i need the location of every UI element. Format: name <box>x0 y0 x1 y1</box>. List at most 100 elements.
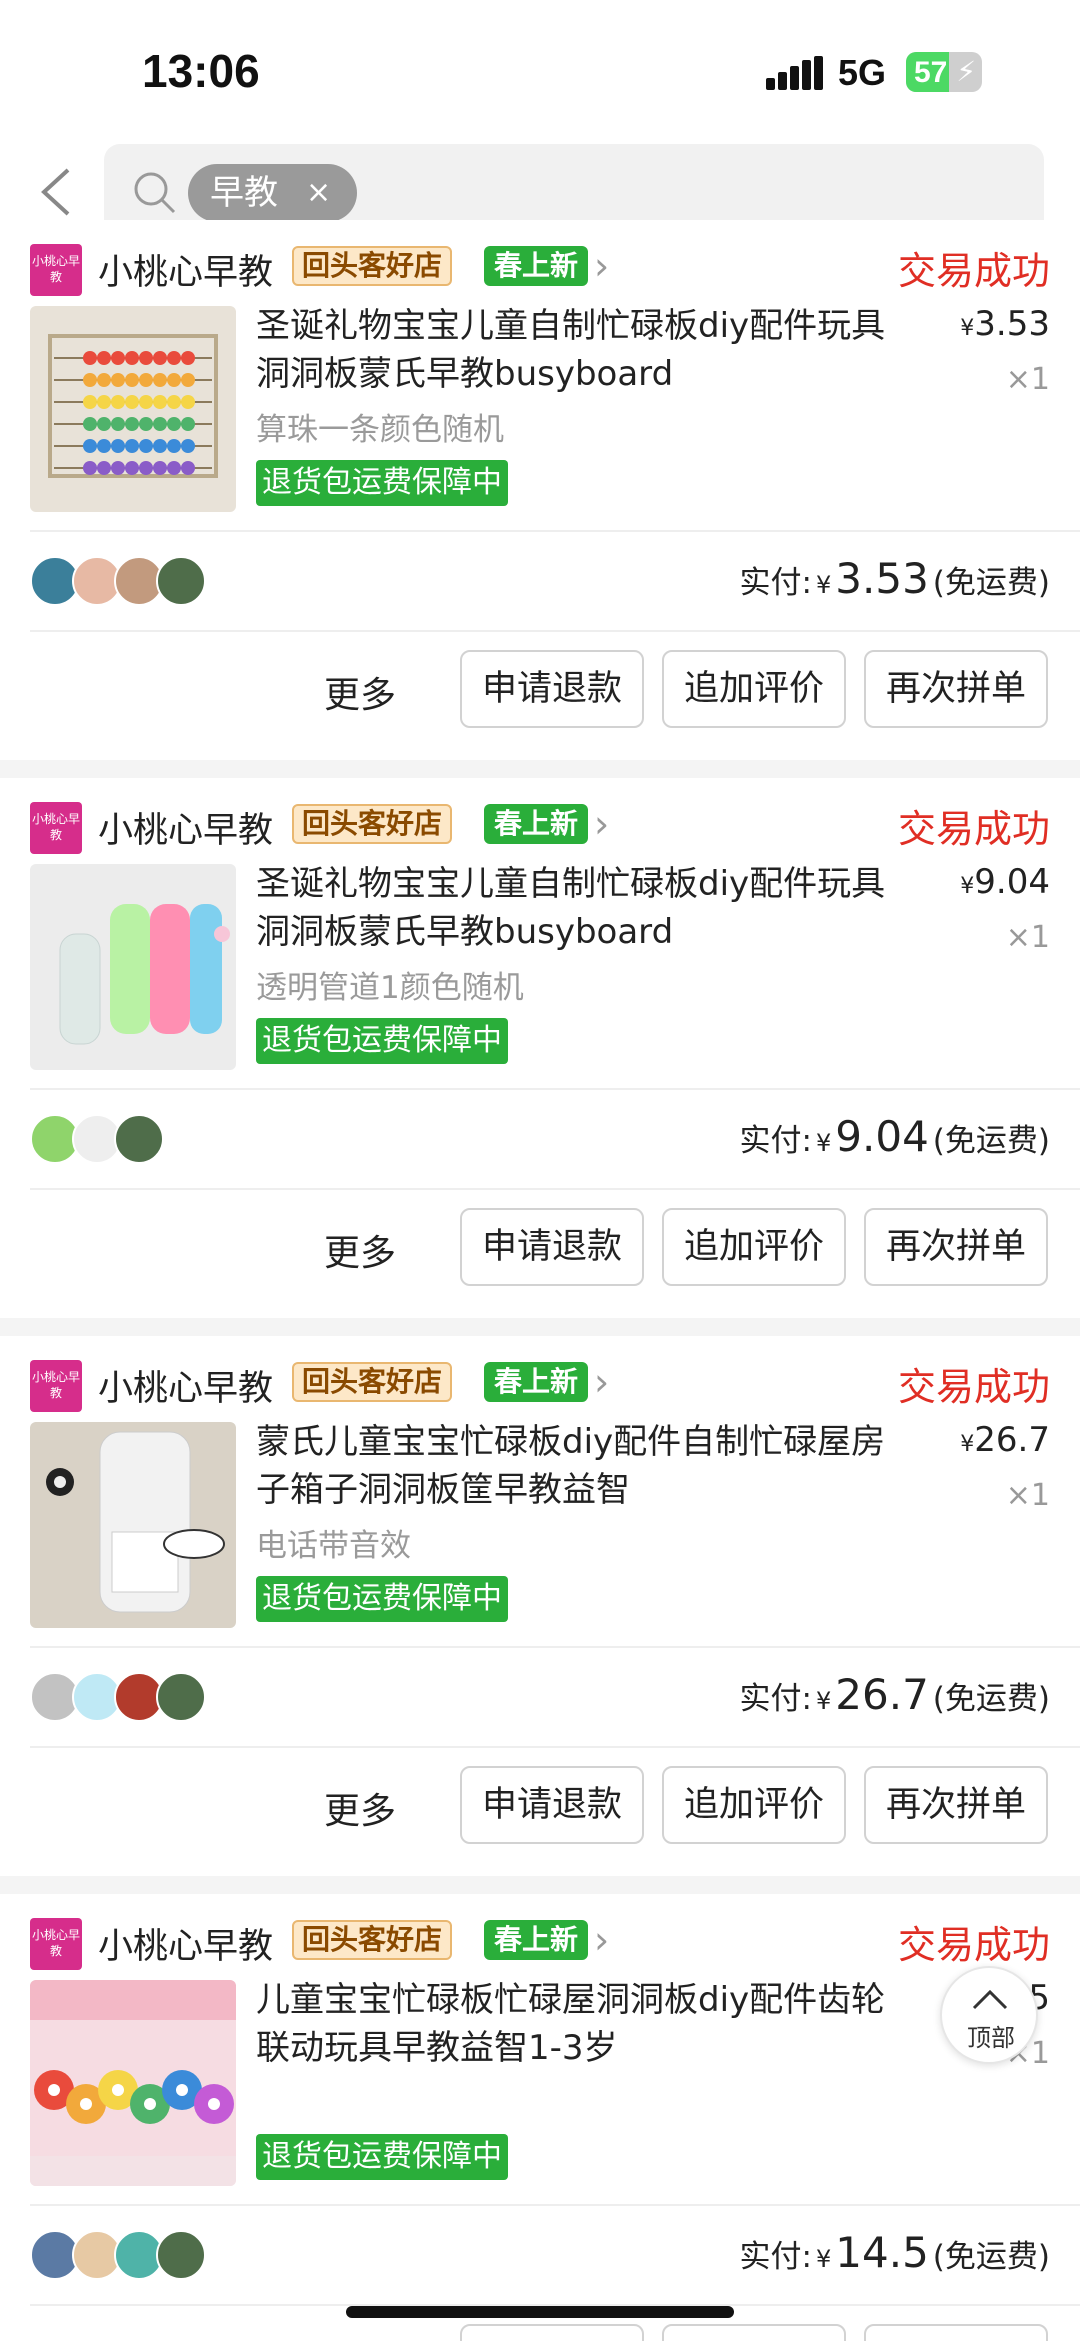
product-thumbnail[interactable] <box>30 306 236 512</box>
repeat-customer-tag: 回头客好店 <box>292 246 453 286</box>
price-yen-symbol: ¥ <box>960 316 975 341</box>
shipping-note: (免运费) <box>932 1681 1050 1717</box>
back-to-top-button[interactable]: 顶部 <box>940 1966 1038 2064</box>
payment-row: 实付: ¥14.5 (免运费) <box>0 2204 1080 2304</box>
rebuy-group-button[interactable]: 再次拼单 <box>864 1766 1048 1844</box>
buyer-avatar <box>156 556 206 606</box>
network-type: 5G <box>838 52 887 93</box>
shop-name[interactable]: 小桃心早教 <box>98 1360 273 1411</box>
buyer-avatar <box>156 2230 206 2280</box>
back-icon[interactable] <box>36 166 76 218</box>
paid-yen-symbol: ¥ <box>816 571 832 599</box>
caret-up-icon <box>972 1989 1008 2010</box>
order-card[interactable]: 小桃心早教 小桃心早教 回头客好店 春上新 › 交易成功 蒙氏儿童宝宝忙碌板diy配件自制忙… <box>0 1336 1080 1876</box>
paid-amount-value: 26.7 <box>835 1670 929 1719</box>
payment-row: 实付: ¥3.53 (免运费) <box>0 530 1080 630</box>
order-card[interactable]: 小桃心早教 小桃心早教 回头客好店 春上新 › 交易成功 儿童宝宝忙碌板忙碌屋洞洞板diy配… <box>0 1894 1080 2341</box>
buyer-avatars <box>30 1672 206 1722</box>
product-title[interactable]: 儿童宝宝忙碌板忙碌屋洞洞板diy配件齿轮联动玩具早教益智1-3岁 <box>256 1976 896 2072</box>
paid-label: 实付: <box>739 2239 812 2275</box>
action-row: 更多 申请退款追加评价再次拼单 <box>0 1188 1080 1308</box>
shop-logo[interactable]: 小桃心早教 <box>30 1360 82 1412</box>
request-refund-button[interactable]: 申请退款 <box>460 1208 644 1286</box>
more-button[interactable]: 更多 <box>324 1224 396 1276</box>
request-refund-button[interactable]: 申请退款 <box>460 1766 644 1844</box>
signal-icon <box>766 56 824 90</box>
product-spec: 算珠一条颜色随机 <box>256 412 504 448</box>
order-card[interactable]: 小桃心早教 小桃心早教 回头客好店 春上新 › 交易成功 圣诞礼物宝宝儿童自制忙碌板diy配… <box>0 220 1080 760</box>
add-review-button[interactable]: 追加评价 <box>662 1208 846 1286</box>
rebuy-group-button[interactable]: 再次拼单 <box>864 1208 1048 1286</box>
paid-amount: 实付: ¥3.53 (免运费) <box>740 554 1050 603</box>
shop-logo[interactable]: 小桃心早教 <box>30 802 82 854</box>
paid-amount: 实付: ¥9.04 (免运费) <box>740 1112 1050 1161</box>
chevron-right-icon[interactable]: › <box>594 1360 609 1404</box>
product-title[interactable]: 圣诞礼物宝宝儿童自制忙碌板diy配件玩具洞洞板蒙氏早教busyboard <box>256 860 896 956</box>
product-thumbnail[interactable] <box>30 864 236 1070</box>
order-status: 交易成功 <box>897 807 1050 851</box>
paid-label: 实付: <box>739 565 812 601</box>
price-yen-symbol: ¥ <box>960 1432 975 1457</box>
spring-new-tag: 春上新 <box>484 1362 589 1402</box>
unit-price: ¥3.53 <box>960 304 1050 344</box>
add-review-button[interactable]: 追加评价 <box>662 1766 846 1844</box>
product-title[interactable]: 蒙氏儿童宝宝忙碌板diy配件自制忙碌屋房子箱子洞洞板筐早教益智 <box>256 1418 896 1514</box>
buyer-avatar <box>156 1672 206 1722</box>
back-to-top-label: 顶部 <box>967 2024 1015 2052</box>
buyer-avatars <box>30 1114 164 1164</box>
request-refund-button[interactable]: 申请退款 <box>460 2324 644 2341</box>
buyer-avatar <box>114 1114 164 1164</box>
status-time: 13:06 <box>142 45 260 97</box>
paid-yen-symbol: ¥ <box>816 1129 832 1157</box>
paid-amount-value: 9.04 <box>835 1112 929 1161</box>
status-bar: 13:06 5G 57 ⚡ <box>0 0 1080 140</box>
paid-amount-value: 14.5 <box>835 2228 929 2277</box>
unit-price: ¥26.7 <box>960 1420 1050 1460</box>
paid-yen-symbol: ¥ <box>816 1687 832 1715</box>
product-spec: 透明管道1颜色随机 <box>256 970 524 1006</box>
shop-name[interactable]: 小桃心早教 <box>98 1918 273 1969</box>
order-status: 交易成功 <box>897 249 1050 293</box>
paid-amount-value: 3.53 <box>835 554 929 603</box>
shop-logo[interactable]: 小桃心早教 <box>30 244 82 296</box>
product-title[interactable]: 圣诞礼物宝宝儿童自制忙碌板diy配件玩具洞洞板蒙氏早教busyboard <box>256 302 896 398</box>
return-shipping-guarantee-badge: 退货包运费保障中 <box>256 1018 508 1064</box>
action-row: 更多 申请退款追加评价再次拼单 <box>0 1746 1080 1866</box>
request-refund-button[interactable]: 申请退款 <box>460 650 644 728</box>
rebuy-group-button[interactable]: 再次拼单 <box>864 650 1048 728</box>
paid-label: 实付: <box>739 1123 812 1159</box>
buyer-avatars <box>30 2230 206 2280</box>
quantity: ×1 <box>1005 920 1050 955</box>
battery-icon: 57 ⚡ <box>906 52 982 92</box>
add-review-button[interactable]: 追加评价 <box>662 650 846 728</box>
product-thumbnail[interactable] <box>30 1422 236 1628</box>
payment-row: 实付: ¥9.04 (免运费) <box>0 1088 1080 1188</box>
shipping-note: (免运费) <box>932 565 1050 601</box>
product-spec: 电话带音效 <box>256 1528 411 1564</box>
shop-name[interactable]: 小桃心早教 <box>98 802 273 853</box>
shop-logo[interactable]: 小桃心早教 <box>30 1918 82 1970</box>
more-button[interactable]: 更多 <box>324 1782 396 1834</box>
spring-new-tag: 春上新 <box>484 1920 589 1960</box>
shipping-note: (免运费) <box>932 1123 1050 1159</box>
charging-icon: ⚡ <box>956 55 976 88</box>
clear-keyword-icon[interactable]: × <box>306 164 331 222</box>
search-keyword-chip[interactable]: 早教 × <box>188 164 358 222</box>
product-thumbnail[interactable] <box>30 1980 236 2186</box>
order-card[interactable]: 小桃心早教 小桃心早教 回头客好店 春上新 › 交易成功 圣诞礼物宝宝儿童自制忙碌板diy配… <box>0 778 1080 1318</box>
chevron-right-icon[interactable]: › <box>594 802 609 846</box>
quantity: ×1 <box>1005 1478 1050 1513</box>
order-status: 交易成功 <box>897 1923 1050 1967</box>
chevron-right-icon[interactable]: › <box>594 1918 609 1962</box>
chevron-right-icon[interactable]: › <box>594 244 609 288</box>
repeat-customer-tag: 回头客好店 <box>292 804 453 844</box>
more-button[interactable]: 更多 <box>324 666 396 718</box>
unit-price-value: 26.7 <box>974 1420 1050 1460</box>
rebuy-group-button[interactable]: 再次拼单 <box>864 2324 1048 2341</box>
search-keyword: 早教 <box>210 173 278 213</box>
spring-new-tag: 春上新 <box>484 246 589 286</box>
add-review-button[interactable]: 追加评价 <box>662 2324 846 2341</box>
paid-yen-symbol: ¥ <box>816 2245 832 2273</box>
shop-name[interactable]: 小桃心早教 <box>98 244 273 295</box>
paid-label: 实付: <box>739 1681 812 1717</box>
